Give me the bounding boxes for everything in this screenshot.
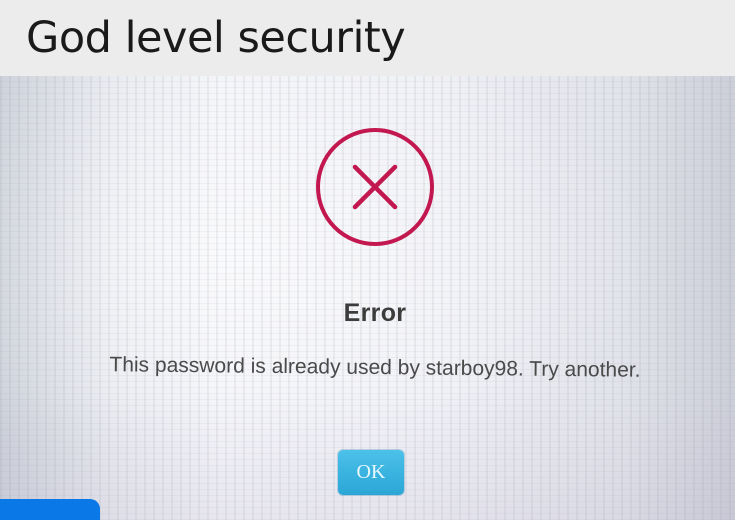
screen-photo: Error This password is already used by s…: [0, 76, 735, 520]
dialog-title: Error: [343, 299, 407, 327]
meme-caption-bar: God level security: [0, 0, 735, 76]
meme-caption: God level security: [26, 13, 406, 63]
dialog-message: This password is already used by starboy…: [109, 353, 641, 382]
error-dialog: Error This password is already used by s…: [0, 76, 735, 520]
ok-button[interactable]: OK: [338, 450, 404, 495]
error-x-circle-icon: [316, 128, 434, 246]
corner-blue-bar: [0, 499, 100, 520]
